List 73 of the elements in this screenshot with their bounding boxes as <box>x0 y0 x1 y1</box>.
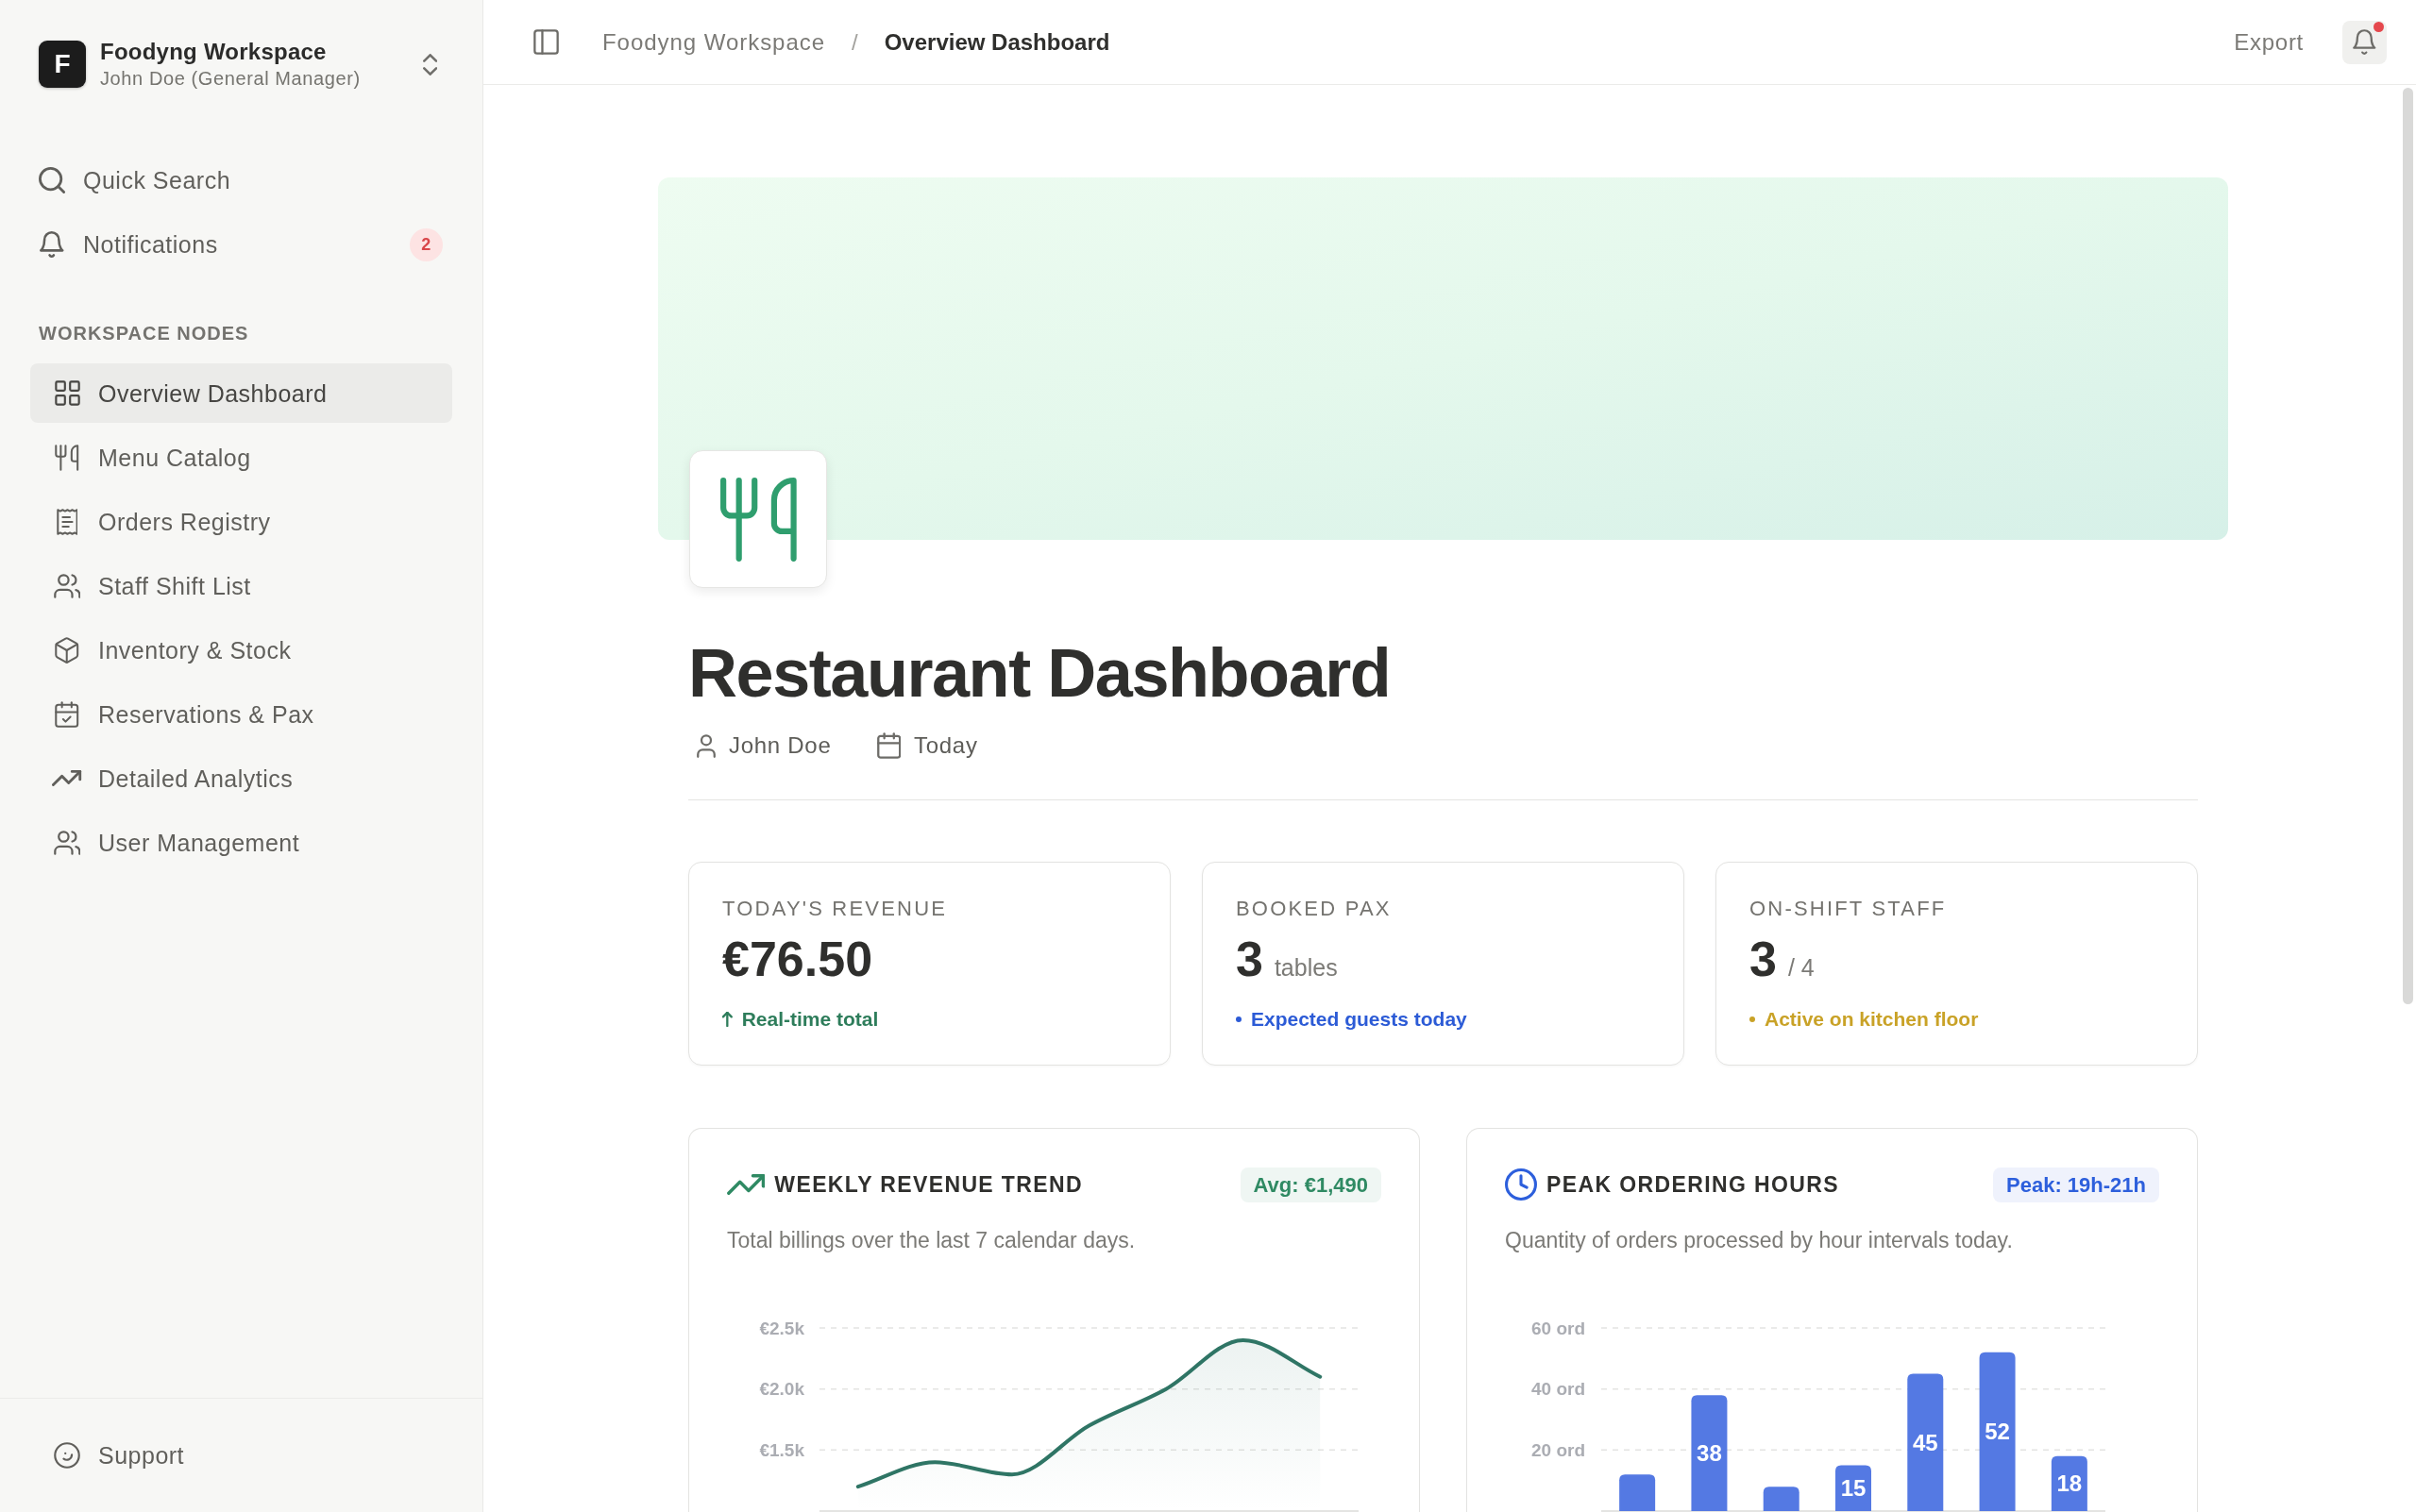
nav-item[interactable]: Inventory & Stock <box>30 620 452 680</box>
axis-label: €2.5k <box>759 1318 804 1338</box>
axis-label: 60 ord <box>1530 1318 1585 1338</box>
notifications-button[interactable] <box>2342 20 2387 64</box>
nav-item[interactable]: User Management <box>30 813 452 872</box>
chart-title: PEAK ORDERING HOURS <box>1546 1171 1839 1199</box>
axis-label: 40 ord <box>1530 1379 1585 1400</box>
stat-value: 3 <box>1236 932 1263 985</box>
chart-subtitle: Quantity of orders processed by hour intervals today. <box>1505 1227 2014 1254</box>
author-name: John Doe <box>729 731 832 760</box>
axis-label: €2.0k <box>759 1379 804 1400</box>
quick-search-button[interactable]: Quick Search <box>0 148 482 212</box>
person-icon <box>697 733 716 758</box>
bar-value: 38 <box>1697 1440 1722 1467</box>
workspace-role: John Doe (General Manager) <box>100 67 362 91</box>
nav-item[interactable]: Menu Catalog <box>30 428 452 487</box>
export-button[interactable]: Export <box>2234 27 2304 57</box>
scrollbar-thumb[interactable] <box>2403 88 2413 1004</box>
chart-badge: Avg: €1,490 <box>1240 1167 1381 1202</box>
orders-bar <box>2051 1455 2087 1511</box>
orders-bar <box>1763 1487 1799 1511</box>
nav-item[interactable]: Overview Dashboard <box>30 363 452 423</box>
notification-count: 2 <box>410 227 443 261</box>
date-label: Today <box>913 731 978 760</box>
stat-value: €76.50 <box>722 932 873 985</box>
workspace-name: Foodyng Workspace <box>100 38 328 66</box>
receipt-icon <box>56 508 78 535</box>
breadcrumb-link[interactable]: Foodyng Workspace <box>602 27 825 57</box>
bar-value: 45 <box>1912 1429 1938 1455</box>
smiley-icon <box>54 1442 80 1469</box>
support-link[interactable]: Support <box>30 1425 200 1486</box>
stat-value: 3 <box>1749 932 1777 985</box>
axis-label: €1.5k <box>759 1439 804 1460</box>
stat-note: Active on kitchen floor <box>1765 1007 1979 1032</box>
stat-label: TODAY'S REVENUE <box>722 896 948 922</box>
people-icon <box>53 830 81 855</box>
fork-knife-icon <box>55 444 79 471</box>
grid-icon <box>54 380 80 406</box>
nav-item[interactable]: Detailed Analytics <box>30 748 452 808</box>
chart-badge: Peak: 19h-21h <box>1993 1167 2159 1202</box>
stat-note: Expected guests today <box>1251 1007 1467 1032</box>
stat-unit: tables <box>1274 953 1338 982</box>
search-icon <box>39 167 65 193</box>
people-icon <box>53 573 81 598</box>
orders-bar <box>1619 1474 1656 1511</box>
trend-up-icon <box>52 770 82 786</box>
calendar-icon <box>876 732 901 759</box>
stat-note: Real-time total <box>741 1007 879 1032</box>
cube-icon <box>55 636 79 664</box>
section-heading: WORKSPACE NODES <box>38 322 250 344</box>
page-title: Restaurant Dashboard <box>688 635 1392 711</box>
stat-label: ON-SHIFT STAFF <box>1749 896 1947 922</box>
stat-unit: / 4 <box>1787 953 1815 982</box>
bar-value: 15 <box>1840 1475 1867 1502</box>
orders-bar <box>1835 1465 1871 1511</box>
nav-item[interactable]: Orders Registry <box>30 492 452 551</box>
bell-icon[interactable] <box>2353 29 2376 55</box>
calendar-check-icon <box>55 700 79 728</box>
workspace-logo: F <box>39 41 86 88</box>
breadcrumb-current: Overview Dashboard <box>884 27 1110 57</box>
nav-item[interactable]: Staff Shift List <box>30 556 452 615</box>
bar-value: 18 <box>2056 1470 2083 1497</box>
stat-label: BOOKED PAX <box>1236 896 1392 922</box>
fork-knife-icon <box>689 450 827 588</box>
bar-value: 52 <box>1985 1419 2010 1445</box>
breadcrumb-separator: / <box>852 27 858 57</box>
bell-icon <box>40 231 64 258</box>
chart-title: WEEKLY REVENUE TREND <box>774 1171 1083 1199</box>
axis-label: 20 ord <box>1530 1439 1585 1460</box>
notifications-link[interactable]: Notifications 2 <box>0 212 482 277</box>
chevron-up-down-icon[interactable] <box>422 53 437 76</box>
nav-item[interactable]: Reservations & Pax <box>30 684 452 744</box>
chart-subtitle: Total billings over the last 7 calendar days. <box>727 1227 1137 1254</box>
